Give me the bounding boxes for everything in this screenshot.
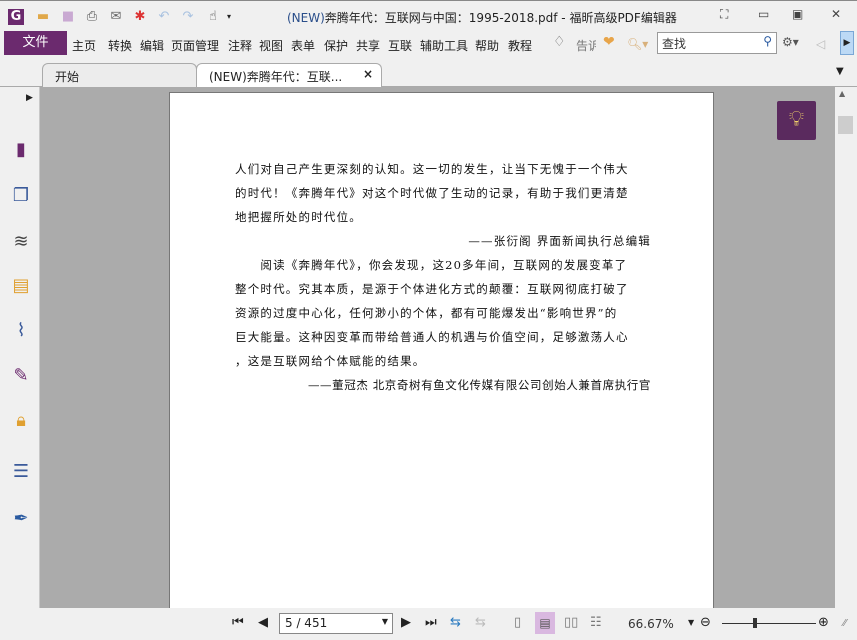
menu-accessibility[interactable]: 辅助工具 [420, 37, 468, 54]
zoom-in-icon[interactable]: ⊕ [818, 615, 829, 630]
menu-convert[interactable]: 转换 [108, 37, 132, 54]
menu-connect[interactable]: 互联 [388, 37, 412, 54]
file-menu[interactable]: 文件 [4, 31, 67, 55]
continuous-page-button[interactable]: ▤ [535, 612, 555, 634]
menu-comment[interactable]: 注释 [228, 37, 252, 54]
zoom-slider-thumb[interactable] [752, 618, 757, 628]
tab-document[interactable]: 开始(NEW)奔腾年代：互联...× [196, 63, 382, 87]
menu-help[interactable]: 帮助 [475, 37, 499, 54]
expand-panel-icon[interactable]: ▶ [26, 93, 33, 103]
tab-list-chevron-icon[interactable]: ▼ [836, 66, 844, 77]
search-input[interactable]: 查找 ⚲ [657, 32, 777, 54]
menu-view[interactable]: 视图 [259, 37, 283, 54]
text-line: 人们对自己产生更深刻的认知。这一切的发生，让当下无愧于一个伟大 [235, 162, 629, 176]
attachments-icon[interactable]: ⌇ [10, 320, 32, 342]
hand-tool-icon[interactable]: ☝ [205, 9, 221, 25]
single-page-icon[interactable]: ▯ [514, 615, 521, 630]
resize-grip-icon[interactable]: ⁄⁄ [843, 618, 846, 629]
text-line: 巨大能量。这种因变革而带给普通人的机遇与价值空间，足够激荡人心 [235, 330, 629, 344]
page-number: 5 / 451 [285, 616, 328, 630]
continuous-page-icon: ▤ [539, 616, 551, 630]
menu-protect[interactable]: 保护 [324, 37, 348, 54]
text-line: ，这是互联网给个体赋能的结果。 [235, 354, 426, 368]
app-logo-icon: G [8, 9, 24, 25]
menu-home[interactable]: 主页 [72, 37, 96, 54]
attribution-line: ——张衍阁 界面新闻执行总编辑 [468, 234, 651, 248]
search-icon[interactable]: ⚲ [763, 34, 772, 48]
text-line: 资源的过度中心化，任何渺小的个体，都有可能爆发出“影响世界”的 [235, 306, 618, 320]
text-line: 阅读《奔腾年代》，你会发现，这20多年间，互联网的发展变革了 [235, 258, 628, 272]
tab-start[interactable]: 开始 [42, 63, 197, 87]
zoom-level[interactable]: 66.67% [628, 617, 674, 631]
zoom-dropdown-icon[interactable]: ▼ [688, 618, 694, 627]
next-view-icon[interactable]: ⇆ [475, 615, 486, 630]
scroll-right-button[interactable]: ▶ [840, 31, 854, 55]
chevron-down-icon[interactable]: ▾ [221, 9, 237, 25]
next-page-icon[interactable]: ▶ [401, 615, 411, 630]
folder-search-icon[interactable]: 🔍︎▾ [627, 37, 648, 51]
attribution-line: ——董冠杰 北京奇树有鱼文化传媒有限公司创始人兼首席执行官 [307, 378, 651, 392]
certificate-pen-icon[interactable]: ✒ [10, 508, 32, 530]
tab-close-icon[interactable]: × [363, 67, 373, 81]
first-page-icon[interactable]: ⏮ [232, 615, 244, 630]
scrollbar-thumb[interactable] [838, 116, 853, 134]
lightbulb-icon[interactable]: ♢ [553, 34, 566, 50]
new-document-icon[interactable]: ✱ [132, 9, 148, 25]
redo-icon[interactable]: ↷ [180, 9, 196, 25]
layers-icon[interactable]: ≋ [10, 231, 32, 253]
fullscreen-icon[interactable]: ⛶ [720, 7, 728, 22]
text-line: 地把握所处的时代位。 [235, 210, 362, 224]
title-new: (NEW) [287, 11, 325, 25]
signature-icon[interactable]: ✎ [10, 365, 32, 387]
continuous-facing-icon[interactable]: ☷ [590, 615, 602, 630]
scroll-up-icon[interactable]: ▲ [839, 89, 845, 98]
menu-share[interactable]: 共享 [356, 37, 380, 54]
tell-me[interactable]: 告诉 [576, 37, 596, 54]
minimize-button[interactable]: ▭ [758, 7, 769, 21]
previous-page-icon[interactable]: ◀ [258, 615, 268, 630]
pages-icon[interactable]: ❐ [10, 185, 32, 207]
print-icon[interactable]: ⎙ [84, 9, 100, 25]
menu-tutorial[interactable]: 教程 [508, 37, 532, 54]
text-line: 整个时代。究其本质，是源于个体进化方式的颠覆：互联网彻底打破了 [235, 282, 629, 296]
tab-document-label: (NEW)奔腾年代：互联... [209, 70, 343, 84]
form-fields-icon[interactable]: ☰ [10, 461, 32, 483]
last-page-icon[interactable]: ⏭ [425, 615, 437, 630]
text-line: 的时代！《奔腾年代》对这个时代做了生动的记录，有助于我们更清楚 [235, 186, 629, 200]
zoom-out-icon[interactable]: ⊖ [700, 615, 711, 630]
chevron-down-icon[interactable]: ▼ [382, 617, 388, 626]
left-panel: ▶ ▮ ❐ ≋ ▤ ⌇ ✎ 🔒︎ ☰ ✒ [0, 87, 40, 608]
pdf-page[interactable]: 人们对自己产生更深刻的认知。这一切的发生，让当下无愧于一个伟大 的时代！《奔腾年… [169, 92, 714, 612]
undo-icon[interactable]: ↶ [156, 9, 172, 25]
save-icon[interactable]: ■ [60, 9, 76, 25]
heart-icon[interactable]: ❤ [603, 34, 615, 50]
restore-button[interactable]: ▣ [792, 7, 803, 21]
title-bar: G ▬ ■ ⎙ ✉ ✱ ↶ ↷ ☝ ▾ (NEW)奔腾年代：互联网与中国：199… [0, 0, 857, 30]
security-lock-icon[interactable]: 🔒︎ [10, 410, 32, 432]
lightbulb-icon: 💡︎ [788, 107, 805, 132]
menu-form[interactable]: 表单 [291, 37, 315, 54]
comments-icon[interactable]: ▤ [10, 275, 32, 297]
settings-gear-icon[interactable]: ⚙▾ [782, 35, 799, 49]
previous-view-icon[interactable]: ⇆ [450, 615, 461, 630]
open-folder-icon[interactable]: ▬ [35, 9, 51, 25]
window-title: 奔腾年代：互联网与中国：1995-2018.pdf - 福昕高级PDF编辑器 [324, 11, 677, 25]
page-number-input[interactable]: 5 / 451 ▼ [279, 613, 393, 634]
scroll-left-icon[interactable]: ◁ [816, 37, 825, 51]
zoom-slider[interactable] [722, 623, 816, 624]
menu-edit[interactable]: 编辑 [140, 37, 164, 54]
vertical-scrollbar[interactable]: ▲ [835, 87, 857, 608]
tips-lightbulb-button[interactable]: 💡︎ [777, 101, 816, 140]
facing-pages-icon[interactable]: ▯▯ [564, 615, 578, 630]
close-button[interactable]: ✕ [831, 7, 841, 21]
email-icon[interactable]: ✉ [108, 9, 124, 25]
menu-page-manage[interactable]: 页面管理 [171, 37, 219, 54]
search-placeholder: 查找 [662, 37, 687, 51]
page-thumbnails-icon[interactable]: ▮ [10, 139, 32, 161]
